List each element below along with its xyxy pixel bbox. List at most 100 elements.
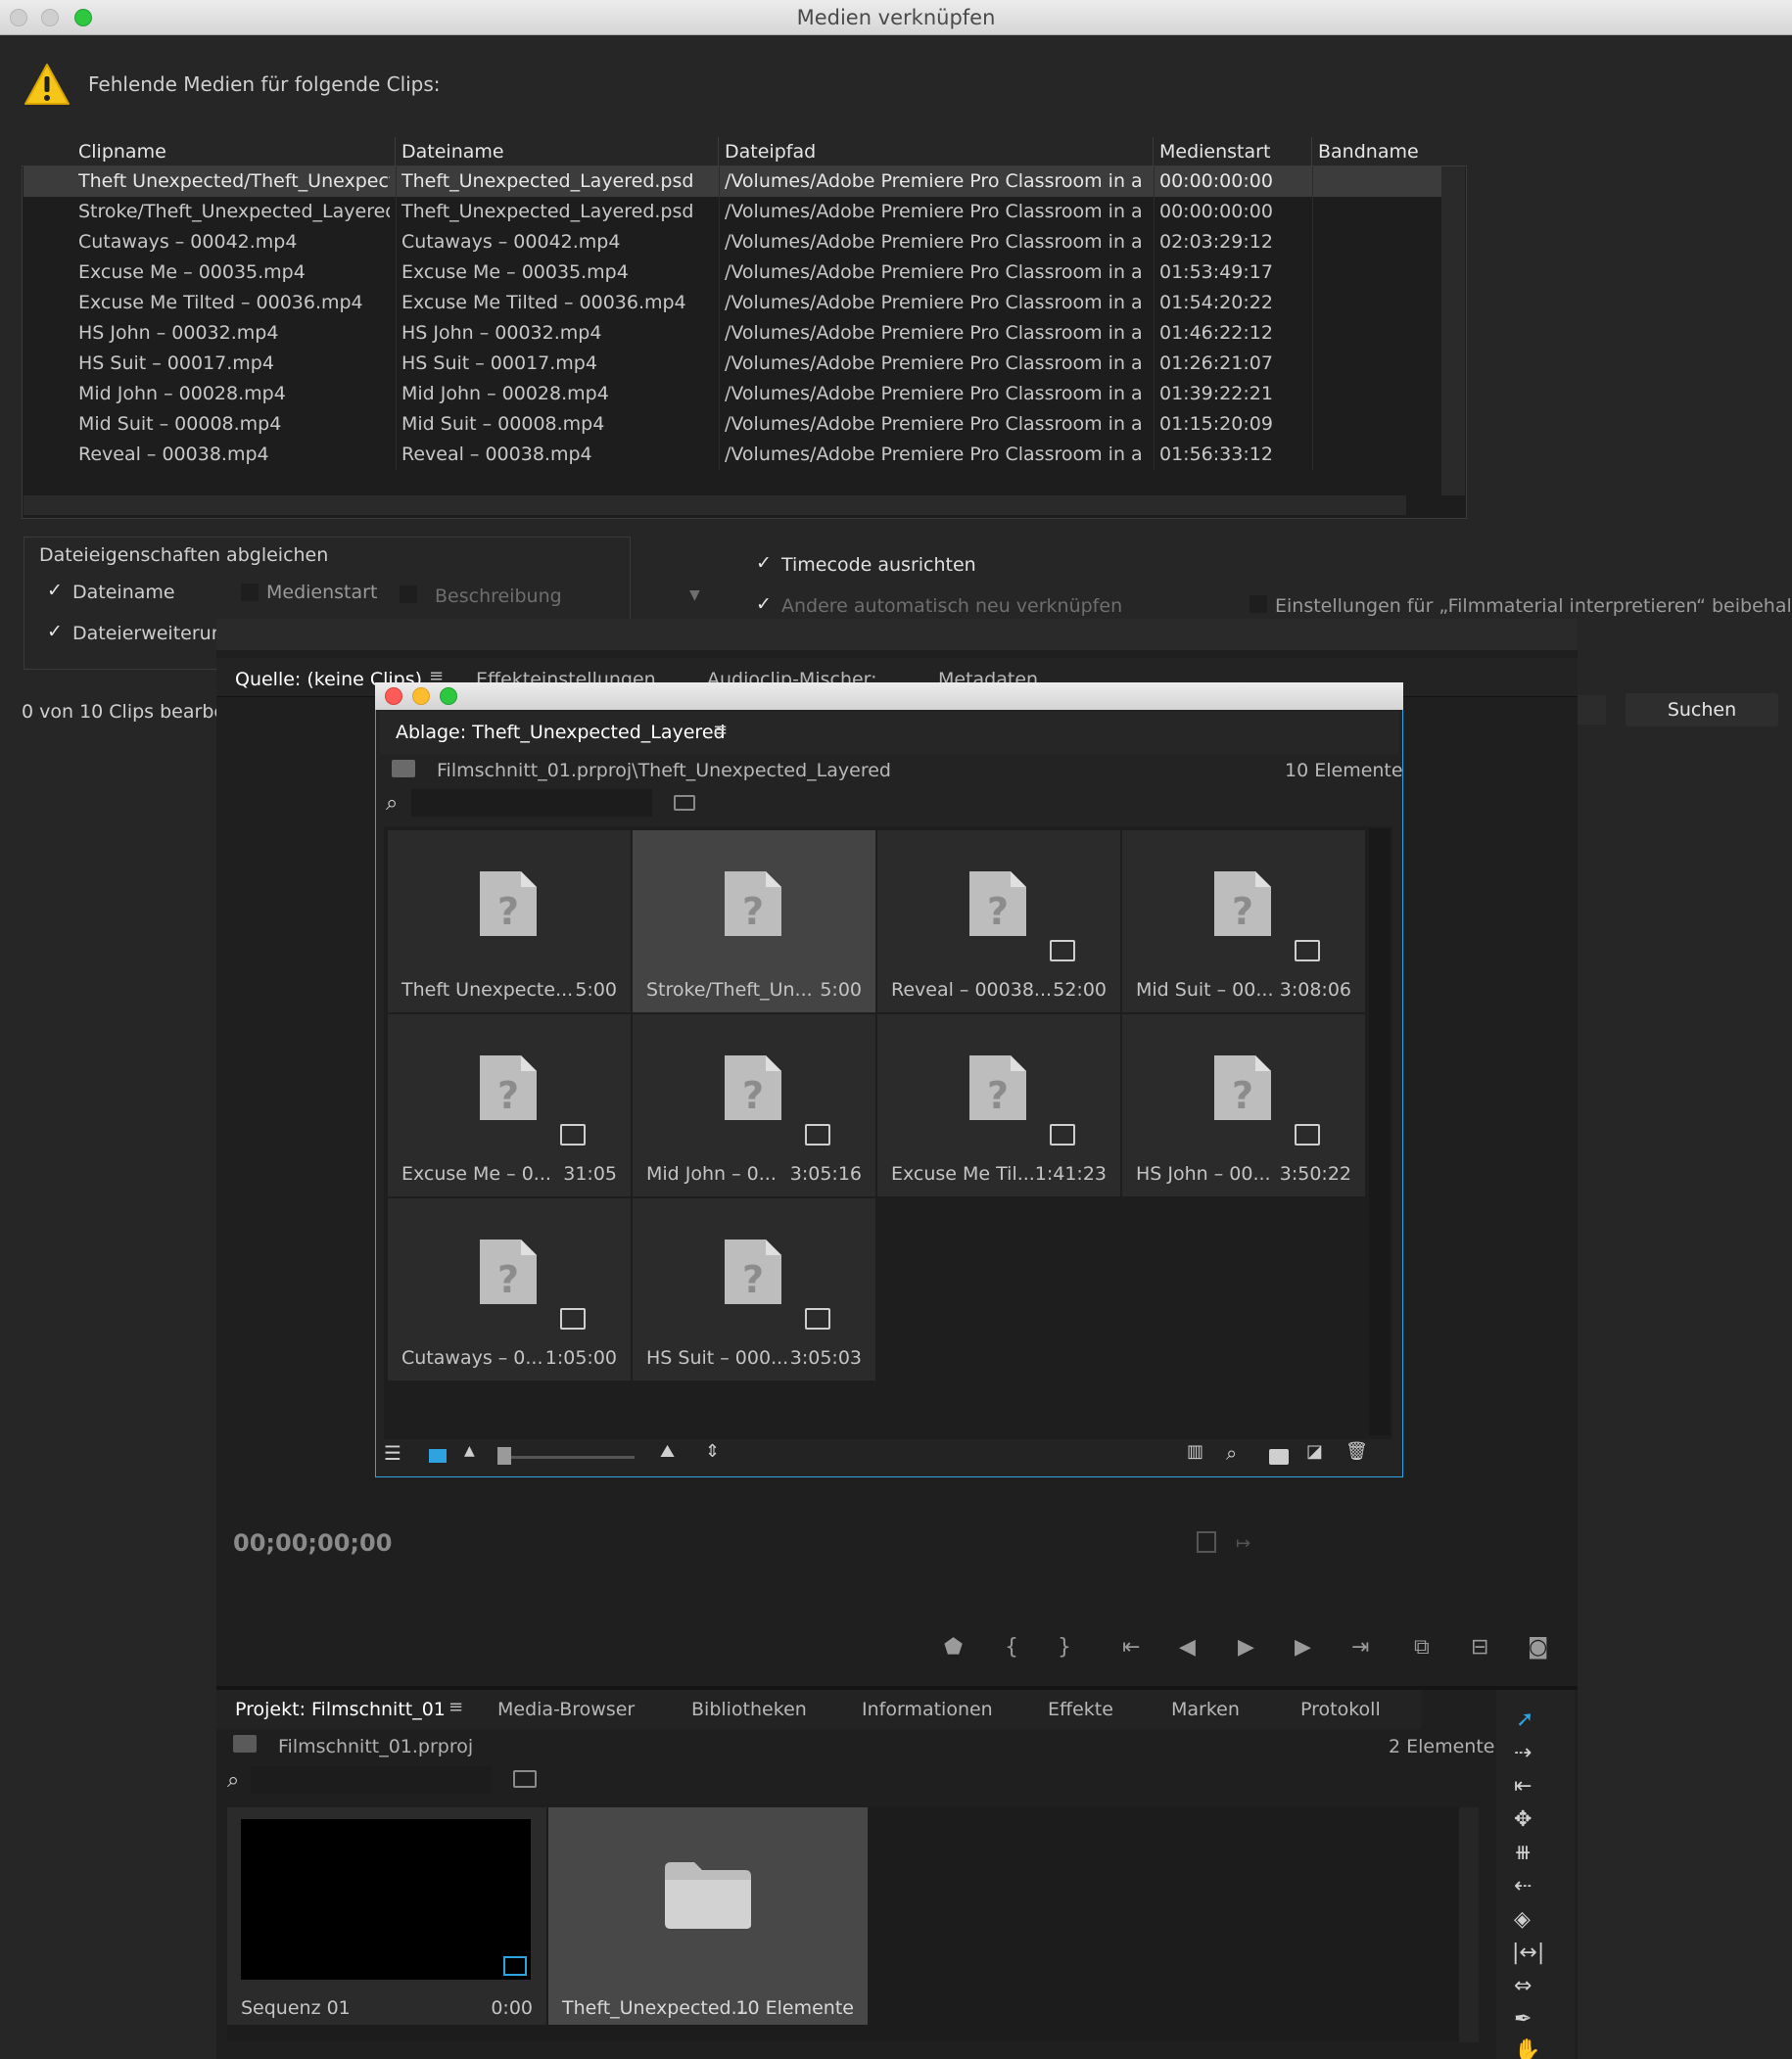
table-cell: 01:15:20:09 (1159, 413, 1273, 435)
project-item-bin[interactable]: Theft_Unexpected... 10 Elemente (548, 1807, 868, 2025)
table-horizontal-scrollbar[interactable] (24, 495, 1406, 515)
column-dateipfad[interactable]: Dateipfad (719, 137, 1154, 166)
play-icon[interactable]: ▶ (1238, 1635, 1254, 1660)
insert-icon[interactable]: ⧉ (1414, 1635, 1430, 1660)
column-bandname[interactable]: Bandname (1312, 137, 1441, 166)
tab-effekte[interactable]: Effekte (1048, 1699, 1113, 1720)
beschreibung-dropdown-arrow-icon[interactable]: ▼ (689, 587, 700, 603)
mark-in-icon[interactable]: { (1005, 1635, 1018, 1660)
step-forward-icon[interactable]: ▶ (1295, 1635, 1311, 1660)
bin-zoom-button[interactable] (440, 687, 457, 705)
bin-item[interactable]: ? Mid Suit – 00... 3:08:06 (1122, 830, 1365, 1012)
column-clipname[interactable]: Clipname (72, 137, 396, 166)
slide-tool-icon[interactable]: ⇔ (1514, 1974, 1532, 1998)
mark-out-icon[interactable]: } (1058, 1635, 1071, 1660)
table-vertical-scrollbar[interactable] (1441, 166, 1465, 495)
sort-icon[interactable]: ⇕ (705, 1441, 720, 1462)
zoom-out-icon[interactable]: ▲ (464, 1443, 475, 1459)
insert-arrow-icon[interactable]: ↦ (1236, 1533, 1250, 1554)
table-row[interactable]: Stroke/Theft_Unexpected_Layered.ps Theft_… (24, 197, 1441, 227)
table-row[interactable]: Excuse Me Tilted – 00036.mp4 Excuse Me Ti… (24, 288, 1441, 318)
table-row[interactable]: HS John – 00032.mp4 HS John – 00032.mp4/V… (24, 318, 1441, 349)
table-row[interactable]: Cutaways – 00042.mp4 Cutaways – 00042.mp4… (24, 227, 1441, 257)
bin-item[interactable]: ? Cutaways – 0... 1:05:00 (388, 1198, 631, 1380)
table-row[interactable]: Excuse Me – 00035.mp4 Excuse Me – 00035.m… (24, 257, 1441, 288)
bin-close-button[interactable] (385, 687, 402, 705)
bin-scrollbar[interactable] (1369, 828, 1391, 1435)
table-row[interactable]: HS Suit – 00017.mp4 HS Suit – 00017.mp4/V… (24, 349, 1441, 379)
new-search-bin-icon[interactable] (513, 1770, 537, 1788)
project-panel-menu-icon[interactable]: ≡ (448, 1697, 463, 1717)
search-button[interactable]: Suchen (1626, 693, 1778, 726)
bin-item[interactable]: ? Stroke/Theft_Un... 5:00 (633, 830, 875, 1012)
table-row[interactable]: Theft Unexpected/Theft_Unexpected Theft_U… (24, 166, 1441, 197)
settings-square-icon[interactable] (1197, 1531, 1216, 1553)
step-back-icon[interactable]: ◀ (1179, 1635, 1196, 1660)
bin-item[interactable]: ? Theft Unexpecte... 5:00 (388, 830, 631, 1012)
zoom-slider-thumb[interactable] (497, 1447, 511, 1465)
rate-stretch-tool-icon[interactable]: ⧻ (1514, 1841, 1532, 1865)
bin-item[interactable]: ? Reveal – 00038... 52:00 (877, 830, 1120, 1012)
table-row[interactable]: Reveal – 00038.mp4 Reveal – 00038.mp4/Vol… (24, 440, 1441, 470)
einstellungen-checkbox[interactable] (1250, 595, 1267, 613)
project-scrollbar[interactable] (1459, 1807, 1479, 2042)
table-row[interactable]: Mid John – 00028.mp4 Mid John – 00028.mp4… (24, 379, 1441, 409)
icon-view-icon[interactable] (429, 1449, 447, 1463)
selection-tool-icon[interactable]: ➚ (1516, 1708, 1533, 1732)
overwrite-icon[interactable]: ⊟ (1471, 1635, 1488, 1660)
zoom-in-icon[interactable]: ⛰ (660, 1441, 675, 1462)
dateierweiterung-checkbox[interactable]: ✓ (47, 621, 63, 642)
bin-item[interactable]: ? Excuse Me – 0... 31:05 (388, 1014, 631, 1196)
go-to-in-icon[interactable]: ⇤ (1122, 1635, 1140, 1660)
trash-icon[interactable]: 🗑 (1345, 1441, 1368, 1462)
zoom-window-button[interactable] (74, 9, 92, 26)
tab-protokoll[interactable]: Protokoll (1300, 1699, 1381, 1720)
minimize-window-button[interactable] (41, 9, 59, 26)
track-select-tool-icon[interactable]: ⇢ (1514, 1741, 1532, 1765)
zoom-slider-track[interactable] (497, 1456, 635, 1459)
table-row[interactable]: Mid Suit – 00008.mp4 Mid Suit – 00008.mp4… (24, 409, 1441, 440)
razor-tool-icon[interactable]: ◈ (1514, 1907, 1531, 1932)
bin-item[interactable]: ? Mid John – 0... 3:05:16 (633, 1014, 875, 1196)
slip-tool-icon[interactable]: |↔| (1512, 1941, 1544, 1965)
tab-project[interactable]: Projekt: Filmschnitt_01 (235, 1699, 446, 1720)
export-frame-camera-icon[interactable]: ◙ (1528, 1635, 1548, 1660)
dateiname-checkbox[interactable]: ✓ (47, 580, 63, 601)
beschreibung-dropdown-value[interactable]: Beschreibung (435, 585, 562, 607)
add-marker-icon[interactable]: ⬟ (944, 1635, 963, 1660)
go-to-out-icon[interactable]: ⇥ (1351, 1635, 1369, 1660)
project-search-input[interactable] (251, 1766, 492, 1794)
bin-panel-menu-icon[interactable]: ≡ (713, 720, 728, 740)
bin-item[interactable]: ? HS Suit – 000... 3:05:03 (633, 1198, 875, 1380)
tab-informationen[interactable]: Informationen (862, 1699, 993, 1720)
pen-tool-icon[interactable]: ✒ (1514, 2007, 1532, 2032)
column-medienstart[interactable]: Medienstart (1154, 137, 1312, 166)
medienstart-checkbox[interactable] (241, 584, 259, 601)
automate-sequence-icon[interactable]: ▥ (1187, 1441, 1203, 1462)
bin-minimize-button[interactable] (412, 687, 430, 705)
close-window-button[interactable] (10, 9, 27, 26)
bin-item-name: Theft_Unexpected... (562, 1997, 749, 2019)
ripple-edit-tool-icon[interactable]: ⇤ (1514, 1774, 1532, 1799)
tab-marken[interactable]: Marken (1171, 1699, 1240, 1720)
andere-checkbox[interactable]: ✓ (756, 593, 772, 615)
timecode-checkbox[interactable]: ✓ (756, 552, 772, 574)
tab-media-browser[interactable]: Media-Browser (497, 1699, 635, 1720)
warning-icon (24, 64, 70, 105)
hand-tool-icon[interactable]: ✋ (1514, 2038, 1540, 2059)
list-view-icon[interactable]: ☰ (384, 1441, 401, 1465)
column-dateiname[interactable]: Dateiname (396, 137, 719, 166)
find-icon[interactable]: ⌕ (1226, 1441, 1237, 1465)
new-item-icon[interactable]: ◪ (1306, 1441, 1323, 1462)
new-bin-folder-icon[interactable] (1269, 1449, 1289, 1465)
beschreibung-checkbox[interactable] (400, 585, 417, 603)
rolling-edit-tool-icon[interactable]: ✥ (1514, 1807, 1532, 1832)
bin-search-input[interactable] (411, 789, 652, 817)
bin-item[interactable]: ? Excuse Me Til... 1:41:23 (877, 1014, 1120, 1196)
bin-item[interactable]: ? HS John – 00... 3:50:22 (1122, 1014, 1365, 1196)
bin-new-search-icon[interactable] (674, 795, 695, 811)
project-item-sequence[interactable]: Sequenz 01 0:00 (227, 1807, 546, 2025)
tab-bibliotheken[interactable]: Bibliotheken (691, 1699, 807, 1720)
bin-window-title-bar (375, 682, 1403, 710)
rate-stretch-tool-2-icon[interactable]: ⇠ (1514, 1874, 1532, 1898)
